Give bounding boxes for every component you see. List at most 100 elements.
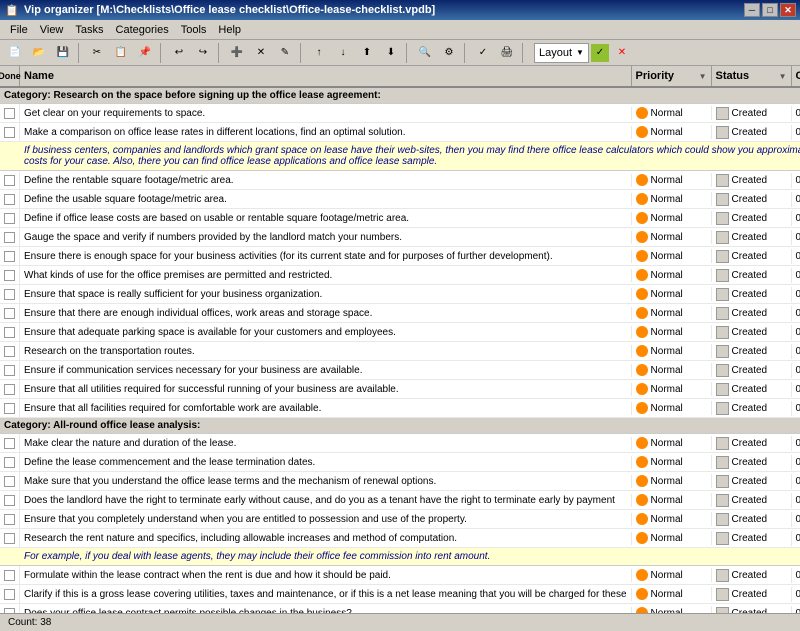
print-button[interactable]: 🖨 bbox=[496, 42, 518, 64]
task-name-12: Ensure that adequate parking space is av… bbox=[20, 326, 632, 339]
task-row-25[interactable]: Formulate within the lease contract when… bbox=[0, 566, 800, 585]
priority-26: Normal bbox=[632, 587, 712, 601]
task-row-18[interactable]: Make clear the nature and duration of th… bbox=[0, 434, 800, 453]
checkbox-12[interactable] bbox=[0, 323, 20, 341]
checkbox-26[interactable] bbox=[0, 585, 20, 603]
checkbox-21[interactable] bbox=[0, 491, 20, 509]
separator-6 bbox=[464, 43, 468, 63]
checkbox-27[interactable] bbox=[0, 604, 20, 613]
checkbox-2[interactable] bbox=[0, 123, 20, 141]
col-priority-header[interactable]: Priority ▼ bbox=[632, 66, 712, 86]
task-row-9[interactable]: What kinds of use for the office premise… bbox=[0, 266, 800, 285]
task-row-15[interactable]: Ensure that all utilities required for s… bbox=[0, 380, 800, 399]
checkbox-15[interactable] bbox=[0, 380, 20, 398]
complete-13: 0 % bbox=[792, 345, 800, 358]
checkbox-7[interactable] bbox=[0, 228, 20, 246]
task-row-1[interactable]: Get clear on your requirements to space.… bbox=[0, 104, 800, 123]
task-row-8[interactable]: Ensure there is enough space for your bu… bbox=[0, 247, 800, 266]
task-row-21[interactable]: Does the landlord have the right to term… bbox=[0, 491, 800, 510]
menu-categories[interactable]: Categories bbox=[110, 22, 175, 38]
priority-sort-icon: ▼ bbox=[699, 72, 707, 81]
menu-tasks[interactable]: Tasks bbox=[69, 22, 109, 38]
task-row-12[interactable]: Ensure that adequate parking space is av… bbox=[0, 323, 800, 342]
priority-icon-20 bbox=[636, 475, 648, 487]
layout-selector[interactable]: Layout ▼ bbox=[534, 43, 589, 63]
down-button[interactable]: ↓ bbox=[332, 42, 354, 64]
redo-button[interactable]: ↪ bbox=[192, 42, 214, 64]
checkbox-16[interactable] bbox=[0, 399, 20, 417]
search-button[interactable]: 🔍 bbox=[414, 42, 436, 64]
task-row-4[interactable]: Define the rentable square footage/metri… bbox=[0, 171, 800, 190]
close-button[interactable]: ✕ bbox=[780, 3, 796, 17]
task-row-19[interactable]: Define the lease commencement and the le… bbox=[0, 453, 800, 472]
count-label: Count: 38 bbox=[8, 617, 51, 628]
add-button[interactable]: ➕ bbox=[226, 42, 248, 64]
checkbox-14[interactable] bbox=[0, 361, 20, 379]
checkbox-23[interactable] bbox=[0, 529, 20, 547]
separator-7 bbox=[522, 43, 526, 63]
task-row-11[interactable]: Ensure that there are enough individual … bbox=[0, 304, 800, 323]
task-row-22[interactable]: Ensure that you completely understand wh… bbox=[0, 510, 800, 529]
task-row-27[interactable]: Does your office lease contract permits … bbox=[0, 604, 800, 613]
paste-button[interactable]: 📌 bbox=[134, 42, 156, 64]
move-down-button[interactable]: ⬇ bbox=[380, 42, 402, 64]
task-row-2[interactable]: Make a comparison on office lease rates … bbox=[0, 123, 800, 142]
task-row-14[interactable]: Ensure if communication services necessa… bbox=[0, 361, 800, 380]
menu-file[interactable]: File bbox=[4, 22, 34, 38]
checkbox-25[interactable] bbox=[0, 566, 20, 584]
task-row-23[interactable]: Research the rent nature and specifics, … bbox=[0, 529, 800, 548]
up-button[interactable]: ↑ bbox=[308, 42, 330, 64]
cut-button[interactable]: ✂ bbox=[86, 42, 108, 64]
task-row-5[interactable]: Define the usable square footage/metric … bbox=[0, 190, 800, 209]
task-row-10[interactable]: Ensure that space is really sufficient f… bbox=[0, 285, 800, 304]
new-task-button[interactable]: 📄 bbox=[4, 42, 26, 64]
open-button[interactable]: 📂 bbox=[28, 42, 50, 64]
priority-11: Normal bbox=[632, 306, 712, 320]
checkbox-11[interactable] bbox=[0, 304, 20, 322]
undo-button[interactable]: ↩ bbox=[168, 42, 190, 64]
save-button[interactable]: 💾 bbox=[52, 42, 74, 64]
checkbox-18[interactable] bbox=[0, 434, 20, 452]
check-button[interactable]: ✓ bbox=[472, 42, 494, 64]
delete-button[interactable]: ✕ bbox=[250, 42, 272, 64]
toolbar: 📄 📂 💾 ✂ 📋 📌 ↩ ↪ ➕ ✕ ✎ ↑ ↓ ⬆ ⬇ 🔍 ⚙ ✓ 🖨 La… bbox=[0, 40, 800, 66]
task-row-20[interactable]: Make sure that you understand the office… bbox=[0, 472, 800, 491]
checkbox-22[interactable] bbox=[0, 510, 20, 528]
task-row-7[interactable]: Gauge the space and verify if numbers pr… bbox=[0, 228, 800, 247]
task-row-13[interactable]: Research on the transportation routes.No… bbox=[0, 342, 800, 361]
task-row-16[interactable]: Ensure that all facilities required for … bbox=[0, 399, 800, 418]
edit-button[interactable]: ✎ bbox=[274, 42, 296, 64]
copy-button[interactable]: 📋 bbox=[110, 42, 132, 64]
menu-view[interactable]: View bbox=[34, 22, 70, 38]
checkbox-10[interactable] bbox=[0, 285, 20, 303]
move-up-button[interactable]: ⬆ bbox=[356, 42, 378, 64]
task-row-6[interactable]: Define if office lease costs are based o… bbox=[0, 209, 800, 228]
checkbox-8[interactable] bbox=[0, 247, 20, 265]
task-row-26[interactable]: Clarify if this is a gross lease coverin… bbox=[0, 585, 800, 604]
checkbox-4[interactable] bbox=[0, 171, 20, 189]
col-name-header[interactable]: Name bbox=[20, 66, 632, 86]
col-status-header[interactable]: Status ▼ bbox=[712, 66, 792, 86]
checkbox-13[interactable] bbox=[0, 342, 20, 360]
task-name-1: Get clear on your requirements to space. bbox=[20, 107, 632, 120]
checkbox-9[interactable] bbox=[0, 266, 20, 284]
menu-help[interactable]: Help bbox=[212, 22, 247, 38]
task-list[interactable]: Category: Research on the space before s… bbox=[0, 88, 800, 613]
checkbox-19[interactable] bbox=[0, 453, 20, 471]
checkbox-1[interactable] bbox=[0, 104, 20, 122]
checkbox-20[interactable] bbox=[0, 472, 20, 490]
separator-5 bbox=[406, 43, 410, 63]
menu-tools[interactable]: Tools bbox=[175, 22, 213, 38]
status-26: Created bbox=[712, 587, 792, 602]
layout-dropdown-icon: ▼ bbox=[576, 48, 584, 57]
task-name-18: Make clear the nature and duration of th… bbox=[20, 437, 632, 450]
checkbox-5[interactable] bbox=[0, 190, 20, 208]
col-complete-header[interactable]: Complete bbox=[792, 66, 800, 86]
maximize-button[interactable]: □ bbox=[762, 3, 778, 17]
filter-button[interactable]: ⚙ bbox=[438, 42, 460, 64]
layout-cancel-button[interactable]: ✕ bbox=[611, 42, 633, 64]
checkbox-6[interactable] bbox=[0, 209, 20, 227]
status-19: Created bbox=[712, 455, 792, 470]
minimize-button[interactable]: ─ bbox=[744, 3, 760, 17]
layout-apply-button[interactable]: ✓ bbox=[591, 44, 609, 62]
